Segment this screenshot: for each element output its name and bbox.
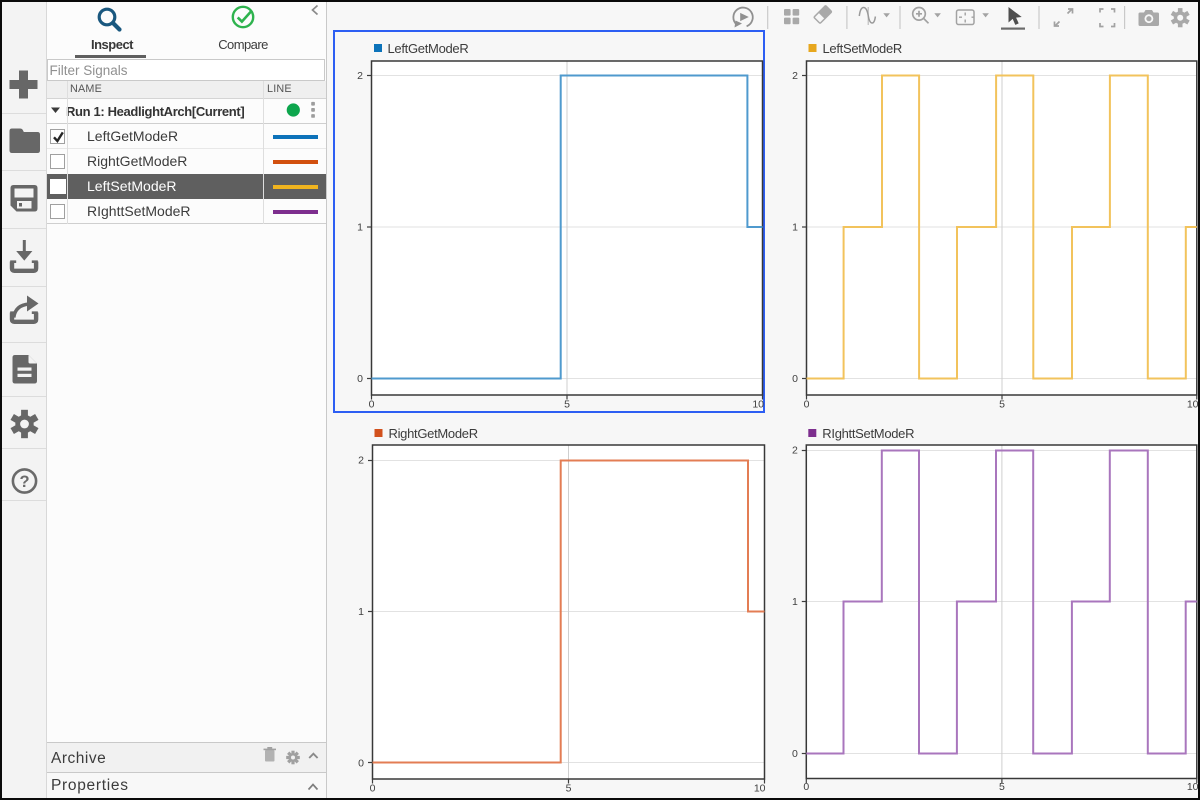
svg-text:2: 2	[792, 70, 798, 82]
svg-text:1: 1	[792, 222, 798, 234]
svg-text:0: 0	[792, 373, 798, 385]
svg-text:1: 1	[792, 596, 798, 608]
svg-text:0: 0	[804, 399, 810, 411]
svg-text:10: 10	[1187, 399, 1199, 411]
svg-text:?: ?	[19, 473, 29, 491]
svg-text:10: 10	[752, 399, 764, 411]
svg-text:RIghttSetModeR: RIghttSetModeR	[822, 426, 914, 441]
svg-text:LeftGetModeR: LeftGetModeR	[388, 41, 469, 56]
svg-text:0: 0	[370, 783, 376, 795]
svg-text:5: 5	[564, 399, 570, 411]
svg-text:2: 2	[792, 445, 798, 457]
svg-text:5: 5	[999, 781, 1005, 793]
svg-text:0: 0	[792, 748, 798, 760]
svg-text:1: 1	[358, 606, 364, 618]
svg-text:5: 5	[566, 783, 572, 795]
svg-text:0: 0	[369, 399, 375, 411]
svg-text:0: 0	[803, 781, 809, 793]
svg-text:1: 1	[357, 222, 363, 234]
svg-text:10: 10	[1187, 781, 1199, 793]
svg-text:2: 2	[358, 455, 364, 467]
svg-text:LeftSetModeR: LeftSetModeR	[823, 41, 903, 56]
svg-text:RightGetModeR: RightGetModeR	[389, 426, 478, 441]
svg-text:10: 10	[754, 783, 766, 795]
svg-text:5: 5	[999, 399, 1005, 411]
svg-text:2: 2	[357, 70, 363, 82]
svg-text:0: 0	[357, 373, 363, 385]
svg-text:0: 0	[358, 758, 364, 770]
